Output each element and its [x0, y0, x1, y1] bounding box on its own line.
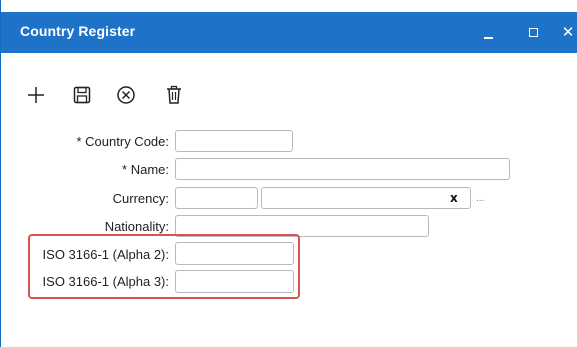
maximize-button[interactable] — [513, 12, 553, 53]
add-button[interactable] — [25, 84, 47, 106]
save-button[interactable] — [71, 84, 93, 106]
save-icon — [73, 86, 91, 104]
currency-name-field[interactable] — [261, 187, 471, 209]
trash-icon — [167, 85, 181, 104]
iso-highlight-frame — [28, 234, 300, 299]
close-button[interactable]: ✕ — [553, 12, 577, 53]
currency-label: Currency: — [112, 191, 169, 206]
window-title: Country Register — [20, 23, 136, 39]
cancel-circle-icon — [117, 86, 135, 104]
name-label: * Name: — [122, 162, 169, 177]
name-field[interactable] — [175, 158, 510, 180]
minimize-button[interactable] — [468, 12, 508, 53]
cancel-button[interactable] — [115, 84, 137, 106]
title-bar: Country Register ✕ — [1, 12, 577, 53]
maximize-icon — [528, 28, 538, 37]
country-code-label: * Country Code: — [76, 134, 170, 149]
country-register-window: Country Register ✕ * Country Code: * Nam… — [0, 0, 577, 347]
country-code-field[interactable] — [175, 130, 293, 152]
close-icon: ✕ — [561, 23, 575, 41]
nationality-label: Nationality: — [104, 219, 169, 234]
plus-icon — [28, 87, 44, 103]
currency-clear-button[interactable]: x — [450, 191, 458, 205]
minimize-icon — [483, 36, 493, 39]
delete-button[interactable] — [163, 84, 185, 106]
currency-lookup-button[interactable]: ... — [476, 193, 484, 204]
currency-code-field[interactable] — [175, 187, 258, 209]
